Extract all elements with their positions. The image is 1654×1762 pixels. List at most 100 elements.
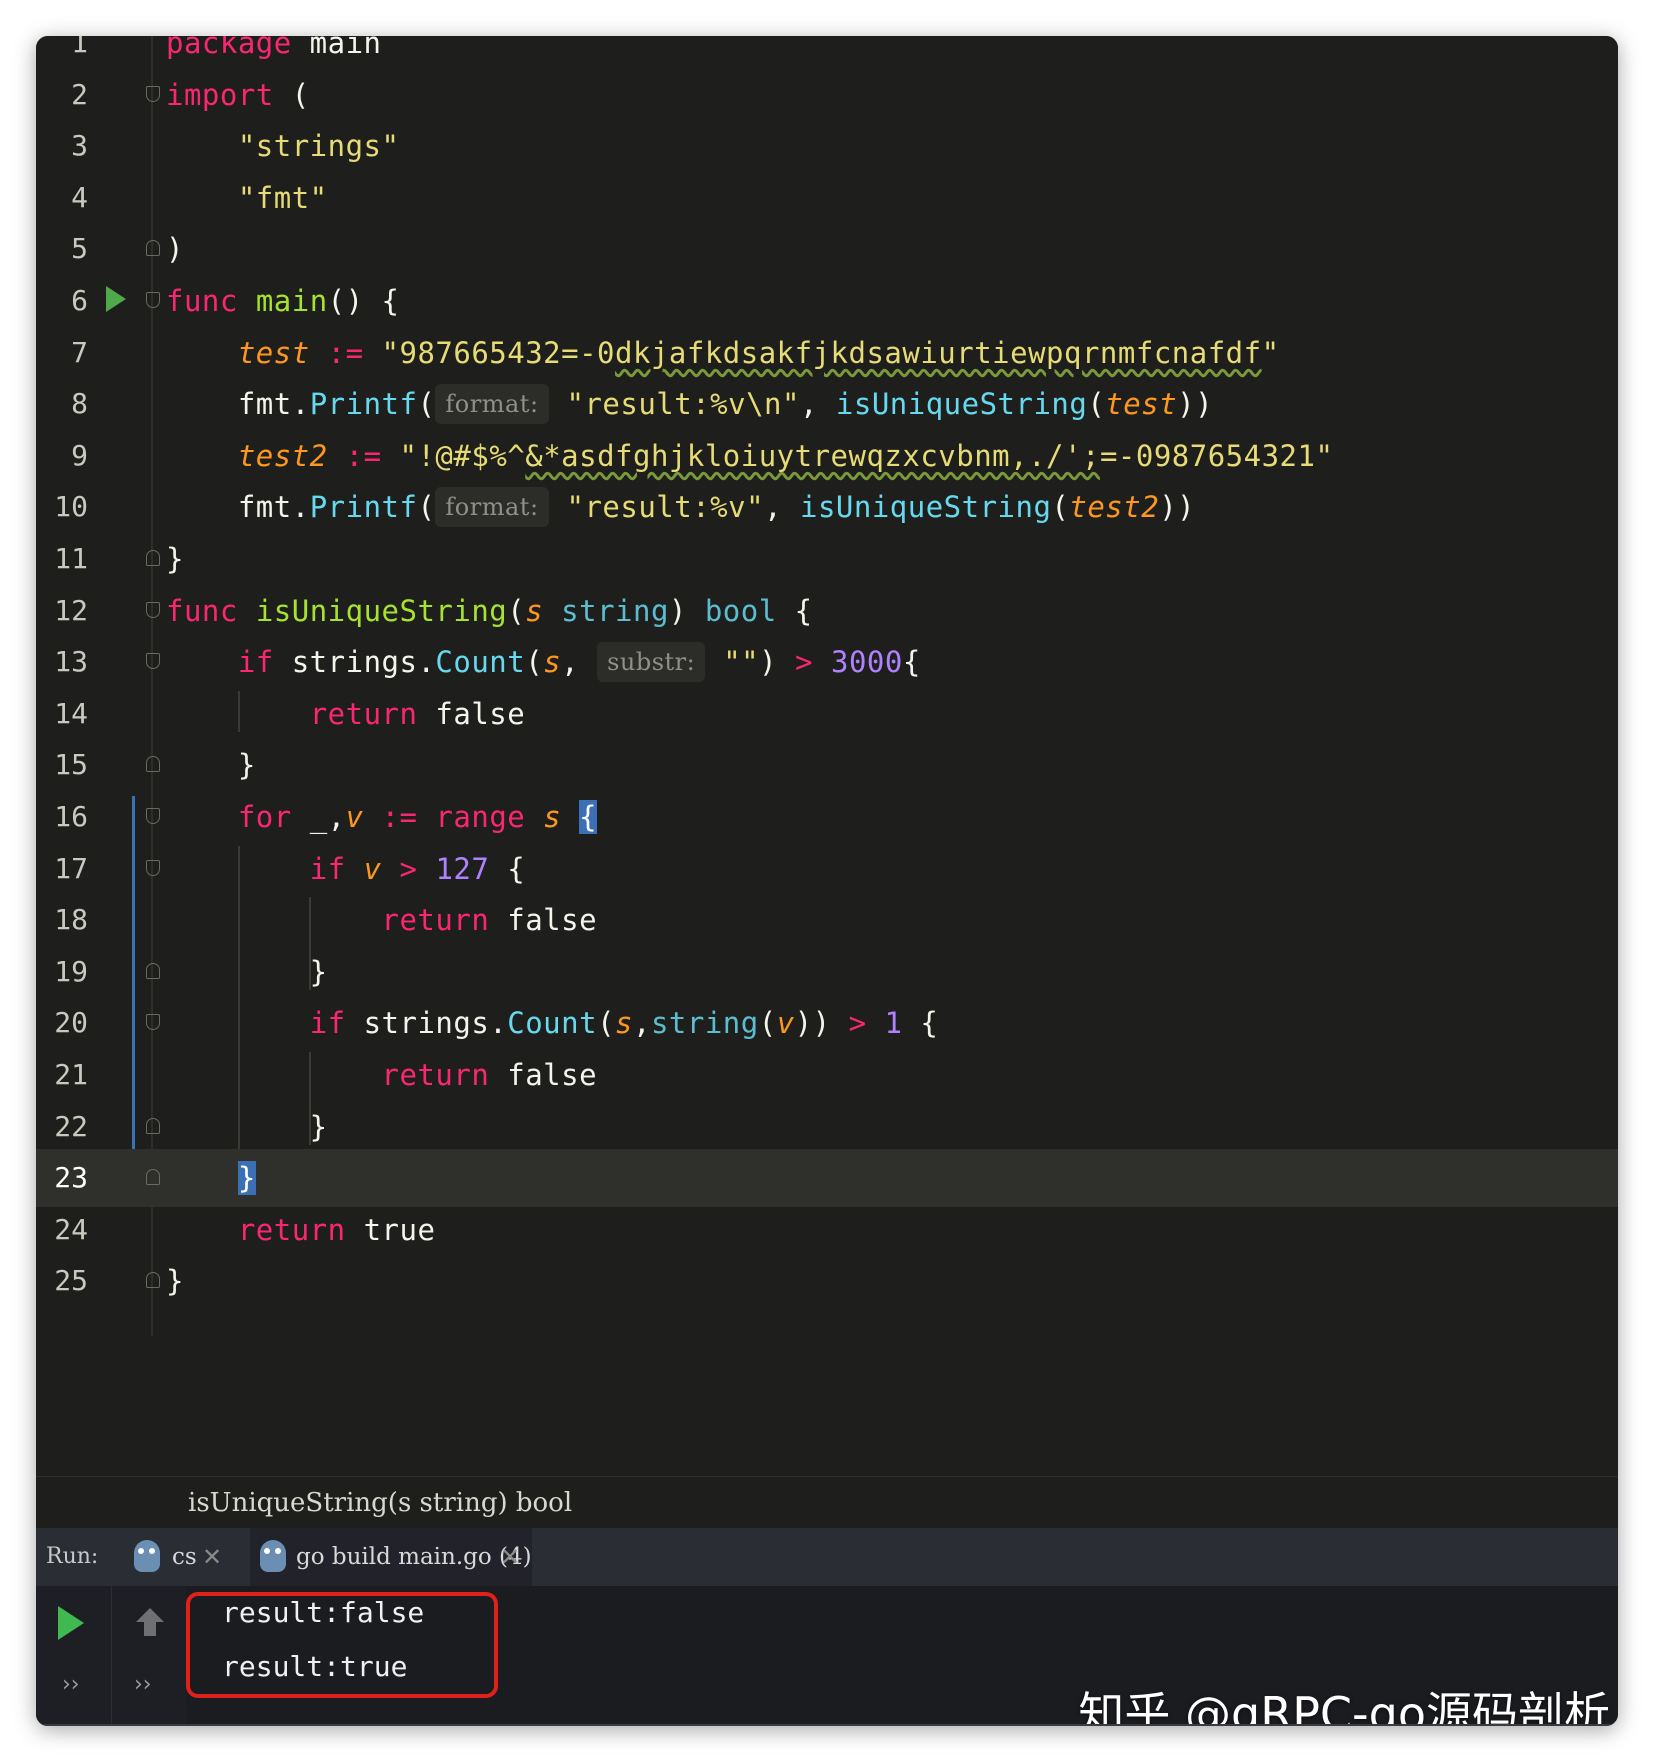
code-token: string xyxy=(561,593,669,628)
code-line[interactable]: 25} xyxy=(36,1252,1618,1310)
code-token: fmt. xyxy=(166,490,310,525)
fold-icon[interactable] xyxy=(146,601,160,618)
code-line[interactable]: 22 } xyxy=(36,1098,1618,1156)
code-token: ( xyxy=(507,593,526,628)
line-number: 22 xyxy=(54,1109,88,1143)
code-line[interactable]: 23 } xyxy=(36,1149,1618,1208)
code-line[interactable]: 2 import ( xyxy=(36,66,1618,124)
code-token: true xyxy=(345,1212,436,1247)
code-token: 3000 xyxy=(830,645,903,680)
code-token: , xyxy=(633,1006,651,1041)
fold-icon[interactable] xyxy=(146,808,160,824)
code-line[interactable]: 21 return false xyxy=(36,1046,1618,1104)
rerun-icon[interactable] xyxy=(58,1606,84,1640)
code-text: if v > 127 { xyxy=(166,840,525,898)
code-token: { xyxy=(489,851,526,886)
code-line[interactable]: 7 test := "987665432=-0dkjafkdsakfjkdsaw… xyxy=(36,324,1618,382)
code-token: for xyxy=(237,800,292,834)
scroll-up-icon[interactable] xyxy=(136,1608,164,1622)
run-gutter-icon[interactable] xyxy=(106,286,126,312)
code-token: )) xyxy=(1177,387,1214,422)
code-token: _, xyxy=(291,800,346,834)
code-line[interactable]: 16 for _,v := range s { xyxy=(36,788,1618,846)
code-token: s xyxy=(525,593,544,628)
code-line[interactable]: 13 if strings.Count(s, substr: "") > 300… xyxy=(36,633,1618,691)
code-text: } xyxy=(166,530,184,588)
scroll-up-icon-stem xyxy=(144,1622,156,1636)
fold-icon[interactable] xyxy=(146,1014,160,1031)
code-token: import xyxy=(166,77,274,112)
code-token: } xyxy=(166,954,328,989)
fold-icon[interactable] xyxy=(146,1272,160,1289)
code-line[interactable]: 6 func main() { xyxy=(36,272,1618,330)
fold-icon[interactable] xyxy=(146,240,160,257)
code-token: test2 xyxy=(1069,490,1160,525)
code-text: test2 := "!@#$%^&*asdfghjkloiuytrewqzxcv… xyxy=(166,427,1333,485)
fold-icon[interactable] xyxy=(146,1117,160,1134)
code-line[interactable]: 5) xyxy=(36,220,1618,278)
code-token: () { xyxy=(327,284,400,318)
code-token: isUniqueString xyxy=(799,490,1052,525)
code-text: return false xyxy=(166,891,597,949)
close-icon[interactable]: ✕ xyxy=(500,1528,520,1586)
fold-icon[interactable] xyxy=(146,1169,160,1186)
code-line[interactable]: 19 } xyxy=(36,943,1618,1001)
code-line[interactable]: 3 "strings" xyxy=(36,117,1618,175)
code-text: for _,v := range s { xyxy=(166,788,598,846)
fold-icon[interactable] xyxy=(146,962,160,979)
code-token: return xyxy=(309,696,418,731)
code-text: } xyxy=(166,736,256,794)
close-icon[interactable]: ✕ xyxy=(202,1528,222,1586)
code-token: strings. xyxy=(345,1006,508,1041)
run-tab-go-build[interactable]: go build main.go (4) ✕ xyxy=(250,1528,532,1586)
code-line[interactable]: 10 fmt.Printf(format: "result:%v", isUni… xyxy=(36,478,1618,536)
code-line[interactable]: 20 if strings.Count(s,string(v)) > 1 { xyxy=(36,994,1618,1052)
run-console[interactable]: ›› ›› result:false result:true 知乎 @gRPC-… xyxy=(36,1586,1618,1726)
code-text: if strings.Count(s, substr: "") > 3000{ xyxy=(166,633,921,691)
fold-icon[interactable] xyxy=(146,653,160,670)
code-text: test := "987665432=-0dkjafkdsakfjkdsawiu… xyxy=(166,324,1280,382)
gopher-icon xyxy=(260,1540,286,1572)
code-token: )) xyxy=(794,1006,849,1041)
code-token: bool xyxy=(704,593,777,628)
code-line[interactable]: 12 func isUniqueString(s string) bool { xyxy=(36,582,1618,640)
code-line[interactable]: 17 if v > 127 { xyxy=(36,840,1618,898)
code-token: { xyxy=(902,645,921,680)
more-icon[interactable]: ›› xyxy=(134,1672,152,1697)
run-tab-cs[interactable]: cs ✕ xyxy=(128,1528,228,1586)
code-line[interactable]: 4 "fmt" xyxy=(36,169,1618,227)
code-line[interactable]: 8 fmt.Printf(format: "result:%v\n", isUn… xyxy=(36,375,1618,433)
code-line[interactable]: 15 } xyxy=(36,736,1618,794)
code-token: dkjafkdsakfjkdsawiurtiewpqrnmfcnafdf xyxy=(615,335,1262,370)
code-token: func xyxy=(166,593,238,628)
run-label: Run: xyxy=(46,1544,99,1569)
code-token: fmt. xyxy=(166,387,310,422)
code-token: "987665432=-0 xyxy=(381,335,616,370)
code-token: &*asdfghjkloiuytrewqzxcvbnm,./'; xyxy=(525,438,1100,473)
code-line[interactable]: 14 return false xyxy=(36,685,1618,743)
fold-icon[interactable] xyxy=(146,85,160,102)
more-icon[interactable]: ›› xyxy=(62,1672,80,1697)
code-editor[interactable]: 1 package main 2 import (3 "strings" 4 "fmt"… xyxy=(36,36,1618,1476)
fold-icon[interactable] xyxy=(146,756,160,773)
code-token: ( xyxy=(1051,490,1070,525)
code-line[interactable]: 24 return true xyxy=(36,1201,1618,1259)
code-line[interactable]: 11} xyxy=(36,530,1618,588)
fold-icon[interactable] xyxy=(146,292,160,308)
code-line[interactable]: 18 return false xyxy=(36,891,1618,949)
code-token: ( xyxy=(758,1006,777,1041)
code-line[interactable]: 9 test2 := "!@#$%^&*asdfghjkloiuytrewqzx… xyxy=(36,427,1618,485)
code-token: range xyxy=(435,800,526,834)
code-token: "" xyxy=(723,645,760,680)
fold-icon[interactable] xyxy=(146,859,160,876)
code-token: s xyxy=(615,1006,633,1041)
code-token: := xyxy=(345,438,382,473)
fold-icon[interactable] xyxy=(146,550,160,566)
code-token: , xyxy=(764,490,800,525)
